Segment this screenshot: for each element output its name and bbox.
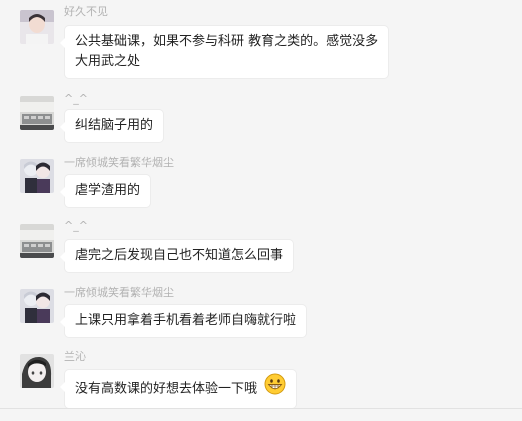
grinning-face-icon — [264, 373, 286, 402]
message-bubble: 虐完之后发现自己也不知道怎么回事 — [59, 240, 294, 272]
message-bubble: 公共基础课，如果不参与科研 教育之类的。感觉没多 大用武之处 — [59, 26, 389, 78]
message-bubble: 上课只用拿着手机看着老师自嗨就行啦 — [59, 305, 307, 337]
avatar[interactable] — [20, 354, 54, 388]
chat-history: 好久不见 公共基础课，如果不参与科研 教育之类的。感觉没多 大用武之处 ^_^ … — [0, 0, 522, 421]
divider — [0, 408, 522, 409]
message-text: 公共基础课，如果不参与科研 教育之类的。感觉没多 — [75, 34, 379, 49]
message-text: 虐完之后发现自己也不知道怎么回事 — [75, 248, 284, 263]
message-bubble: 纠结脑子用的 — [59, 110, 164, 142]
sender-name: ^_^ — [64, 92, 88, 105]
sender-name: ^_^ — [64, 219, 88, 232]
message-text: 大用武之处 — [75, 54, 141, 69]
sender-name: 一席倾城笑看繁华烟尘 — [64, 286, 174, 299]
message-text: 上课只用拿着手机看着老师自嗨就行啦 — [75, 313, 297, 328]
message-text: 纠结脑子用的 — [75, 118, 154, 133]
avatar[interactable] — [20, 159, 54, 193]
sender-name: 好久不见 — [64, 5, 108, 18]
avatar[interactable] — [20, 10, 54, 44]
sender-name: 兰沁 — [64, 350, 86, 363]
avatar[interactable] — [20, 96, 54, 130]
message-bubble: 虐学渣用的 — [59, 175, 151, 207]
message-text: 虐学渣用的 — [75, 183, 141, 198]
avatar[interactable] — [20, 224, 54, 258]
sender-name: 一席倾城笑看繁华烟尘 — [64, 156, 174, 169]
avatar[interactable] — [20, 289, 54, 323]
message-text: 没有高数课的好想去体验一下哦 — [75, 381, 258, 397]
message-bubble: 没有高数课的好想去体验一下哦 — [59, 370, 297, 408]
